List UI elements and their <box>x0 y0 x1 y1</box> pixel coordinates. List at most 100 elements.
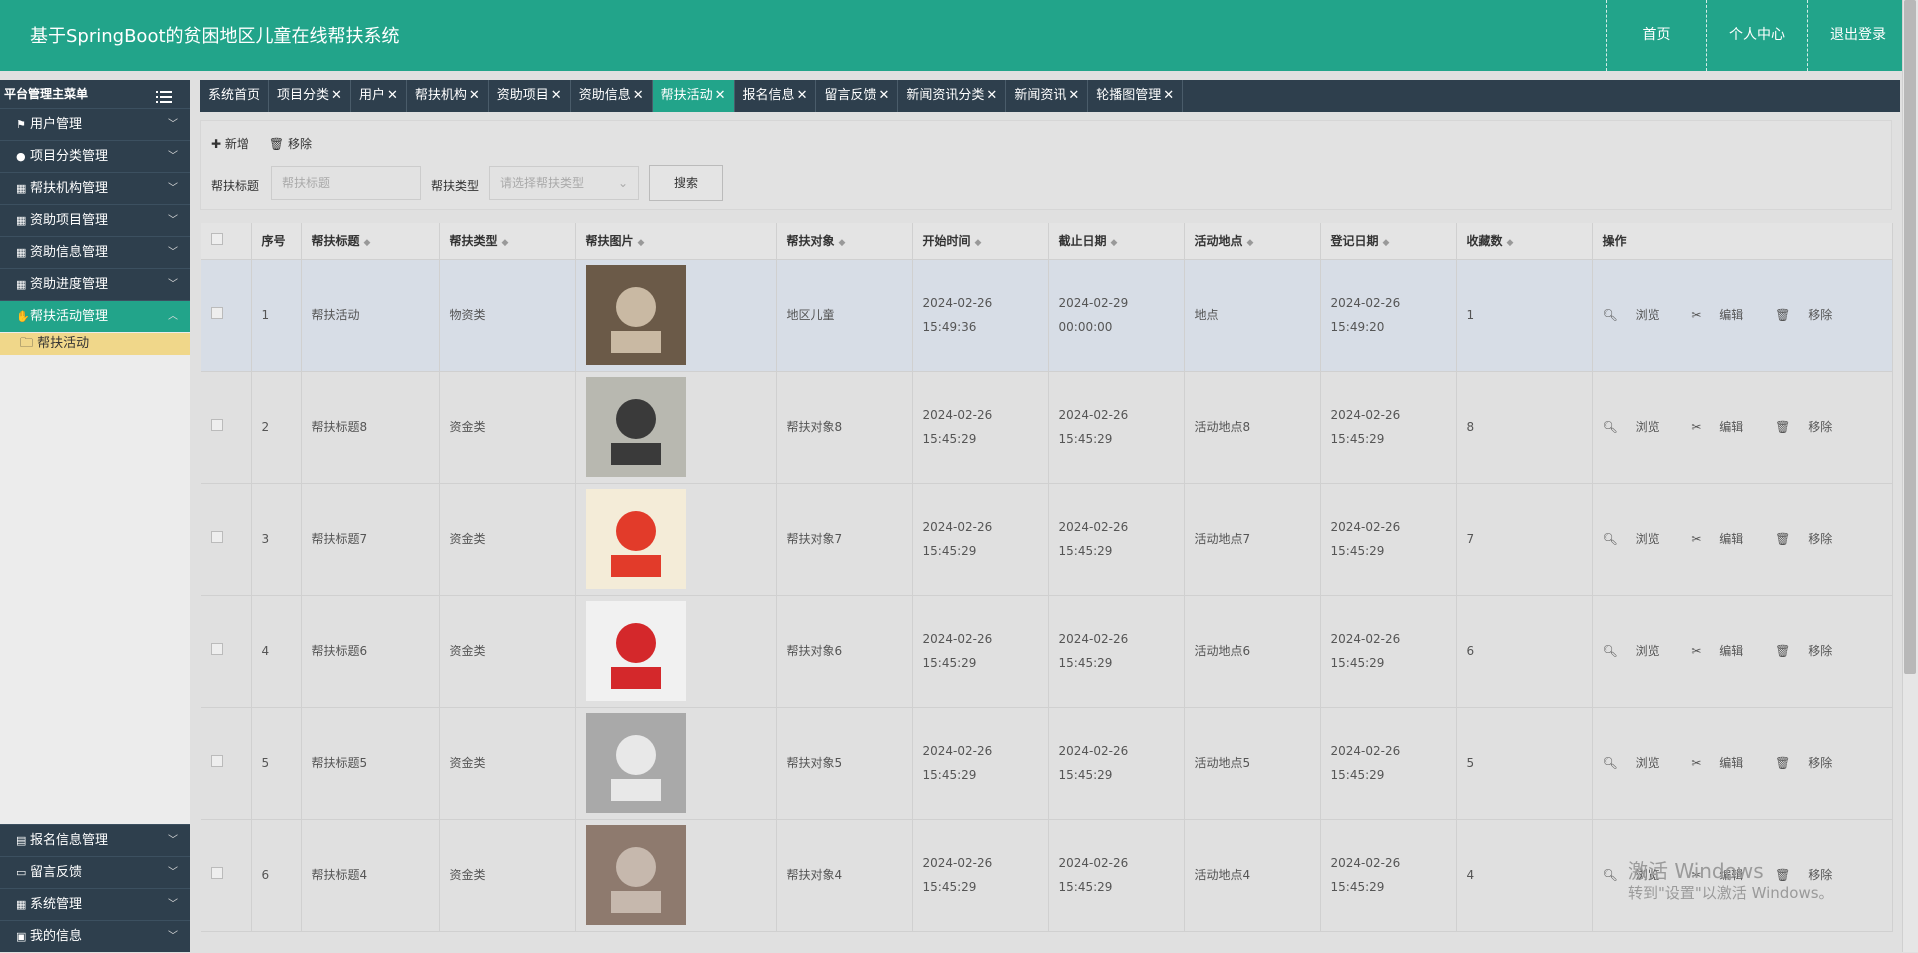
activity-thumbnail[interactable] <box>585 713 686 813</box>
tab-feedback[interactable]: 留言反馈 ✕ <box>816 80 899 112</box>
delete-button[interactable]: 🗑 移除 <box>1775 420 1846 434</box>
view-button[interactable]: 🔍︎ 浏览 <box>1603 308 1674 322</box>
col-end[interactable]: 截止日期 ◆ <box>1048 223 1185 260</box>
tab-funding-info[interactable]: 资助信息 ✕ <box>571 80 653 112</box>
delete-button[interactable]: 🗑 移除 <box>1775 532 1846 546</box>
tab-project-category[interactable]: 项目分类 ✕ <box>269 80 351 112</box>
tab-signup[interactable]: 报名信息 ✕ <box>735 80 817 112</box>
sidebar-subitem-activity[interactable]: 🗀 帮扶活动 <box>0 333 190 355</box>
sort-icon[interactable]: ◆ <box>1383 238 1390 248</box>
col-image[interactable]: 帮扶图片 ◆ <box>575 223 777 260</box>
row-checkbox[interactable] <box>211 867 223 879</box>
title-filter-input[interactable]: 帮扶标题 <box>271 166 421 200</box>
row-checkbox[interactable] <box>211 419 223 431</box>
sort-icon[interactable]: ◆ <box>1507 238 1514 248</box>
close-icon[interactable]: ✕ <box>331 88 342 103</box>
tab-home[interactable]: 系统首页 <box>200 80 270 112</box>
activity-thumbnail[interactable] <box>585 601 686 701</box>
view-button[interactable]: 🔍︎ 浏览 <box>1603 532 1674 546</box>
row-select-cell[interactable] <box>201 819 252 932</box>
table-row[interactable]: 2 帮扶标题8 资金类 帮扶对象8 2024-02-26 15:45:29 2024-02… <box>201 371 1893 484</box>
table-row[interactable]: 1 帮扶活动 物资类 地区儿童 2024-02-26 15:49:36 2024-02-2… <box>201 259 1893 372</box>
close-icon[interactable]: ✕ <box>878 88 889 103</box>
edit-button[interactable]: ✂ 编辑 <box>1691 756 1757 770</box>
sidebar-item-organization[interactable]: ▦ 帮扶机构管理 ﹀ <box>0 172 190 204</box>
nav-home-link[interactable]: 首页 <box>1606 0 1706 71</box>
view-button[interactable]: 🔍︎ 浏览 <box>1603 756 1674 770</box>
activity-thumbnail[interactable] <box>585 825 686 925</box>
close-icon[interactable]: ✕ <box>633 88 644 103</box>
close-icon[interactable]: ✕ <box>715 88 726 103</box>
edit-button[interactable]: ✂ 编辑 <box>1691 532 1757 546</box>
add-button[interactable]: ✚ 新增 <box>211 135 249 152</box>
activity-thumbnail[interactable] <box>585 265 686 365</box>
page-scrollbar[interactable] <box>1902 0 1918 952</box>
delete-button[interactable]: 🗑 移除 <box>1775 756 1846 770</box>
close-icon[interactable]: ✕ <box>797 88 808 103</box>
sort-icon[interactable]: ◆ <box>975 238 982 248</box>
sidebar-item-system[interactable]: ▦ 系统管理 ﹀ <box>0 888 190 920</box>
row-checkbox[interactable] <box>211 643 223 655</box>
select-all-cell[interactable] <box>201 223 252 260</box>
scrollbar-thumb[interactable] <box>1904 0 1916 674</box>
remove-button[interactable]: 🗑 移除 <box>269 135 312 152</box>
close-icon[interactable]: ✕ <box>1068 88 1079 103</box>
table-row[interactable]: 4 帮扶标题6 资金类 帮扶对象6 2024-02-26 15:45:29 2024-02… <box>201 595 1893 708</box>
delete-button[interactable]: 🗑 移除 <box>1775 644 1846 658</box>
sort-icon[interactable]: ◆ <box>364 238 371 248</box>
sidebar-item-activity[interactable]: ✋帮扶活动管理 ︿ <box>0 300 190 332</box>
row-checkbox[interactable] <box>211 531 223 543</box>
nav-profile-link[interactable]: 个人中心 <box>1706 0 1807 71</box>
col-start[interactable]: 开始时间 ◆ <box>912 223 1049 260</box>
sidebar-item-users[interactable]: ⚑ 用户管理 ﹀ <box>0 108 190 140</box>
row-select-cell[interactable] <box>201 371 252 484</box>
close-icon[interactable]: ✕ <box>1163 88 1174 103</box>
sidebar-item-signup[interactable]: ▤ 报名信息管理 ﹀ <box>0 824 190 856</box>
sort-icon[interactable]: ◆ <box>1111 238 1118 248</box>
row-checkbox[interactable] <box>211 755 223 767</box>
sidebar-item-feedback[interactable]: ▭ 留言反馈 ﹀ <box>0 856 190 888</box>
delete-button[interactable]: 🗑 移除 <box>1775 308 1846 322</box>
type-filter-select[interactable]: 请选择帮扶类型 ⌄ <box>489 166 639 200</box>
tab-news-category[interactable]: 新闻资讯分类 ✕ <box>898 80 1007 112</box>
sidebar-item-my-info[interactable]: ▣ 我的信息 ﹀ <box>0 920 190 952</box>
sidebar-item-funding-info[interactable]: ▦ 资助信息管理 ﹀ <box>0 236 190 268</box>
tab-activity[interactable]: 帮扶活动 ✕ <box>652 80 735 112</box>
activity-thumbnail[interactable] <box>585 377 686 477</box>
row-select-cell[interactable] <box>201 259 252 372</box>
search-button[interactable]: 搜索 <box>649 165 723 201</box>
nav-logout-link[interactable]: 退出登录 <box>1807 0 1908 71</box>
col-place[interactable]: 活动地点 ◆ <box>1184 223 1321 260</box>
edit-button[interactable]: ✂ 编辑 <box>1691 420 1757 434</box>
close-icon[interactable]: ✕ <box>469 88 480 103</box>
tab-carousel[interactable]: 轮播图管理 ✕ <box>1088 80 1184 112</box>
col-target[interactable]: 帮扶对象 ◆ <box>776 223 913 260</box>
view-button[interactable]: 🔍︎ 浏览 <box>1603 644 1674 658</box>
tab-users[interactable]: 用户 ✕ <box>351 80 407 112</box>
tab-organization[interactable]: 帮扶机构 ✕ <box>407 80 489 112</box>
table-row[interactable]: 5 帮扶标题5 资金类 帮扶对象5 2024-02-26 15:45:29 2024-02… <box>201 707 1893 820</box>
edit-button[interactable]: ✂ 编辑 <box>1691 644 1757 658</box>
select-all-checkbox[interactable] <box>211 233 223 246</box>
col-reg[interactable]: 登记日期 ◆ <box>1320 223 1457 260</box>
close-icon[interactable]: ✕ <box>986 88 997 103</box>
sidebar-item-funding-progress[interactable]: ▦ 资助进度管理 ﹀ <box>0 268 190 300</box>
sort-icon[interactable]: ◆ <box>502 238 509 248</box>
table-row[interactable]: 3 帮扶标题7 资金类 帮扶对象7 2024-02-26 15:45:29 2024-02… <box>201 483 1893 596</box>
sort-icon[interactable]: ◆ <box>638 238 645 248</box>
col-type[interactable]: 帮扶类型 ◆ <box>439 223 576 260</box>
view-button[interactable]: 🔍︎ 浏览 <box>1603 420 1674 434</box>
sidebar-item-project-category[interactable]: ● 项目分类管理 ﹀ <box>0 140 190 172</box>
close-icon[interactable]: ✕ <box>387 88 398 103</box>
row-select-cell[interactable] <box>201 595 252 708</box>
sidebar-item-funding-project[interactable]: ▦ 资助项目管理 ﹀ <box>0 204 190 236</box>
tab-news[interactable]: 新闻资讯 ✕ <box>1006 80 1089 112</box>
row-checkbox[interactable] <box>211 307 223 319</box>
close-icon[interactable]: ✕ <box>551 88 562 103</box>
row-select-cell[interactable] <box>201 707 252 820</box>
sort-icon[interactable]: ◆ <box>1247 238 1254 248</box>
row-select-cell[interactable] <box>201 483 252 596</box>
edit-button[interactable]: ✂ 编辑 <box>1691 308 1757 322</box>
activity-thumbnail[interactable] <box>585 489 686 589</box>
col-fav[interactable]: 收藏数 ◆ <box>1456 223 1593 260</box>
